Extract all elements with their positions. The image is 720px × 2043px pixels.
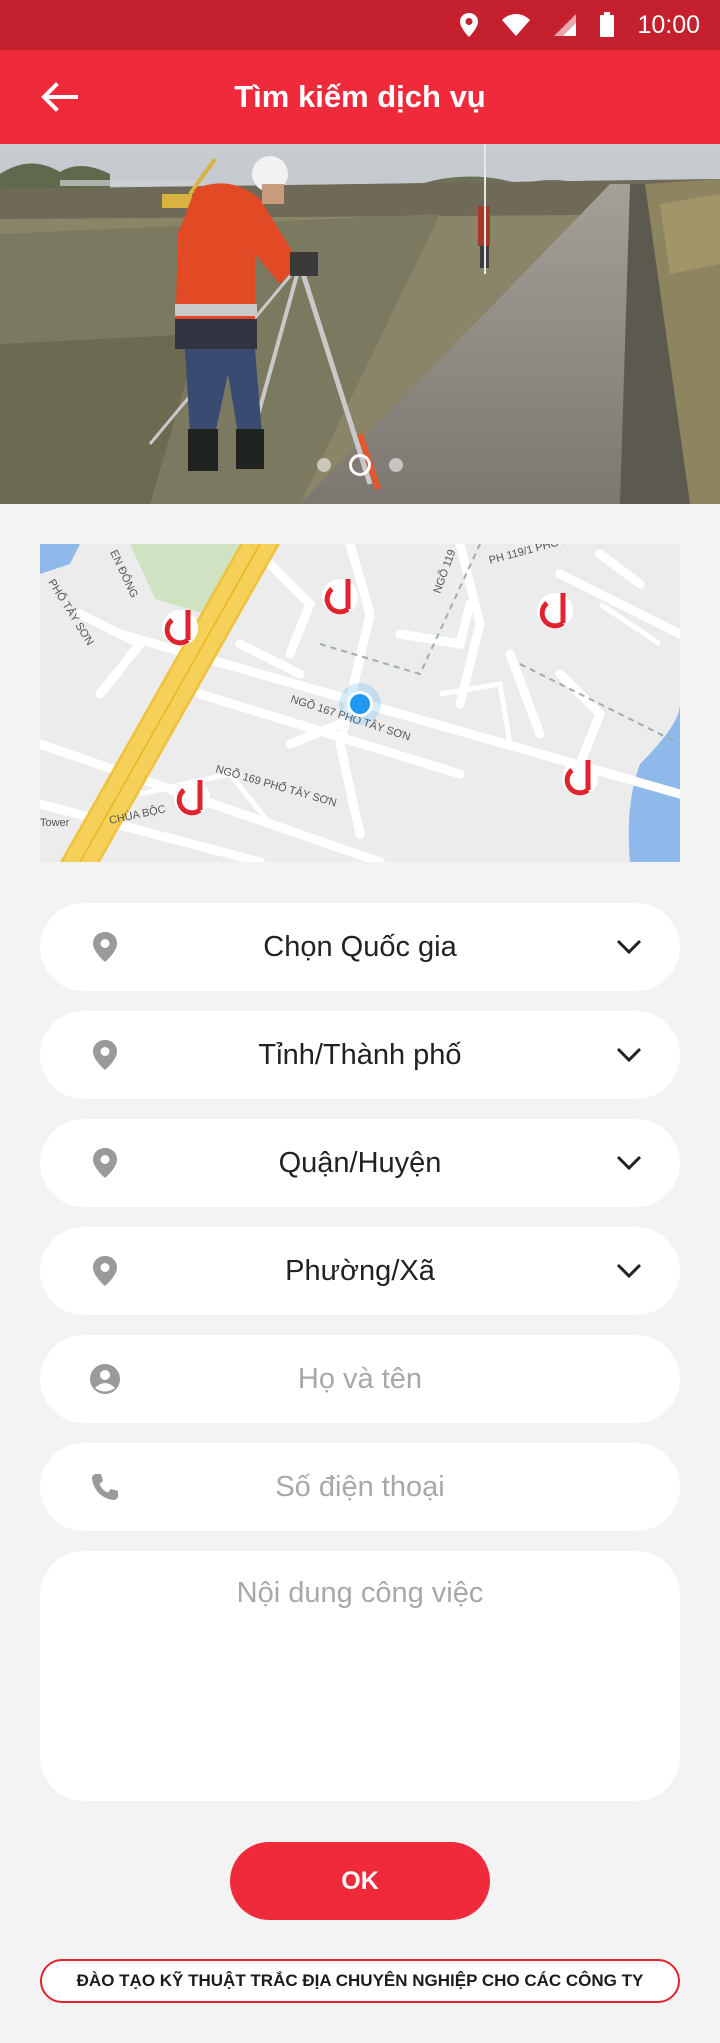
country-select[interactable]: Chọn Quốc gia (40, 903, 680, 991)
signal-icon (554, 14, 577, 36)
current-location-icon (339, 683, 381, 725)
location-icon (460, 13, 479, 37)
carousel-indicator (0, 454, 720, 476)
location-pin-icon (88, 1254, 122, 1288)
location-pin-icon (88, 1146, 122, 1180)
district-select-value: Quận/Huyện (278, 1146, 442, 1179)
branch-marker-icon[interactable] (537, 593, 573, 629)
person-icon (88, 1362, 122, 1396)
status-time: 10:00 (637, 10, 700, 39)
job-content-textarea[interactable] (40, 1551, 680, 1801)
job-content-field[interactable] (40, 1551, 680, 1801)
phone-input[interactable] (150, 1470, 570, 1504)
ward-select-value: Phường/Xã (285, 1254, 435, 1287)
branch-marker-icon[interactable] (162, 610, 198, 646)
country-select-value: Chọn Quốc gia (263, 930, 457, 963)
chevron-down-icon (614, 1148, 644, 1178)
map-view[interactable]: NGÕ 167 PHỐ TÂY SƠN NGÕ 169 PHỐ TÂY SƠN … (40, 544, 680, 862)
full-name-field[interactable] (40, 1335, 680, 1423)
chevron-down-icon (614, 1256, 644, 1286)
arrow-left-icon (41, 82, 78, 112)
branch-marker-icon[interactable] (174, 780, 210, 816)
banner-carousel[interactable] (0, 144, 720, 504)
status-bar: 10:00 (0, 0, 720, 50)
full-name-input[interactable] (150, 1362, 570, 1396)
chevron-down-icon (614, 932, 644, 962)
promo-banner[interactable]: ĐÀO TẠO KỸ THUẬT TRẮC ĐỊA CHUYÊN NGHIỆP … (40, 1959, 680, 2003)
map-street-label: Tower (40, 817, 70, 829)
chevron-down-icon (614, 1040, 644, 1070)
map-canvas: NGÕ 167 PHỐ TÂY SƠN NGÕ 169 PHỐ TÂY SƠN … (40, 544, 680, 862)
banner-image (0, 144, 720, 504)
carousel-dot[interactable] (389, 458, 403, 472)
location-pin-icon (88, 1038, 122, 1072)
carousel-dot[interactable] (317, 458, 331, 472)
branch-marker-icon[interactable] (562, 760, 598, 796)
branch-marker-icon[interactable] (322, 579, 358, 615)
wifi-icon (502, 14, 531, 36)
province-select[interactable]: Tỉnh/Thành phố (40, 1011, 680, 1099)
promo-banner-text: ĐÀO TẠO KỸ THUẬT TRẮC ĐỊA CHUYÊN NGHIỆP … (76, 1971, 644, 1990)
ward-select[interactable]: Phường/Xã (40, 1227, 680, 1315)
phone-icon (88, 1470, 122, 1504)
battery-icon (600, 12, 615, 37)
province-select-value: Tỉnh/Thành phố (258, 1038, 462, 1071)
ok-button[interactable]: OK (230, 1842, 490, 1920)
location-pin-icon (88, 930, 122, 964)
page-title: Tìm kiếm dịch vụ (234, 79, 486, 114)
back-button[interactable] (36, 74, 82, 120)
phone-field[interactable] (40, 1443, 680, 1531)
carousel-dot-active[interactable] (349, 454, 371, 476)
app-bar: Tìm kiếm dịch vụ (0, 50, 720, 144)
district-select[interactable]: Quận/Huyện (40, 1119, 680, 1207)
